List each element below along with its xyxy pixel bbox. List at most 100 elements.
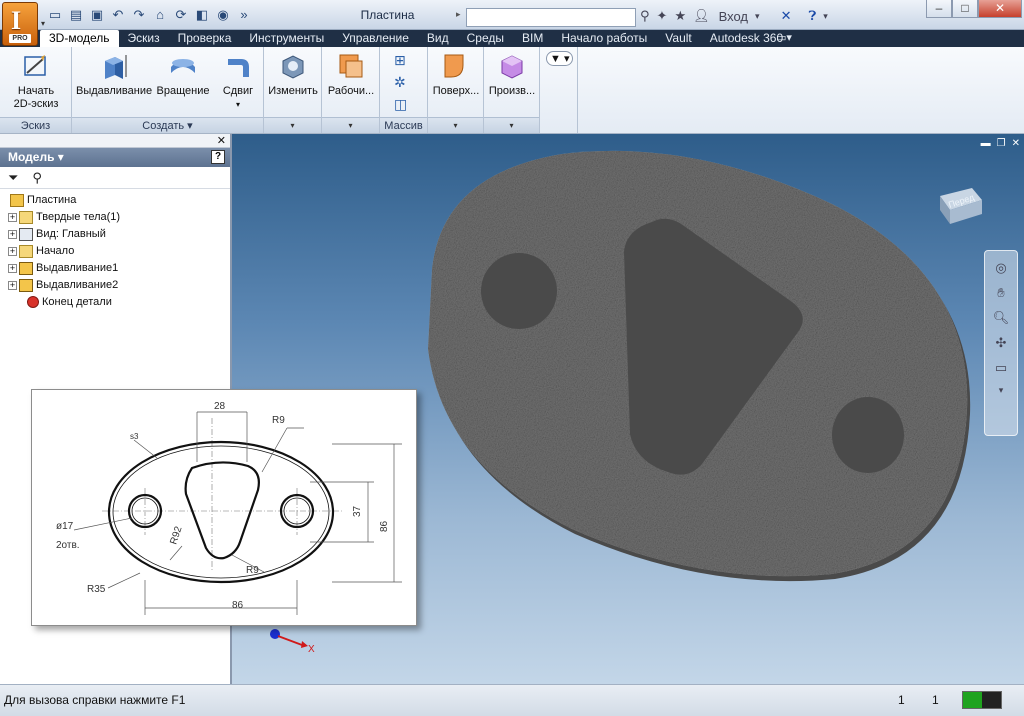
chevron-down-icon[interactable]: ▾: [755, 11, 760, 22]
help-icon[interactable]: ?: [211, 150, 225, 164]
tab-0[interactable]: 3D-модель: [40, 30, 119, 47]
surface-icon: [444, 54, 464, 78]
close-button[interactable]: ✕: [978, 0, 1022, 18]
derive-button[interactable]: Произв...: [486, 51, 538, 98]
tab-3[interactable]: Инструменты: [240, 30, 333, 47]
maximize-button[interactable]: □: [952, 0, 978, 18]
pan-icon[interactable]: ✋︎: [985, 285, 1017, 301]
rectangular-pattern-icon[interactable]: ⊞: [394, 52, 406, 69]
binoculars-icon[interactable]: ⚲: [32, 170, 42, 185]
panel-label-sketch: Эскиз: [0, 117, 71, 133]
filter-icon[interactable]: ⏷: [8, 170, 18, 185]
panel-modify: Изменить ▾: [264, 47, 322, 133]
drawing-inset: 28 R9 s3 37 86 ø17 2отв. R92 R9 R35 86: [31, 389, 417, 626]
dim-86-vertical: 86: [379, 520, 390, 532]
panel-derive: Произв... ▾: [484, 47, 540, 133]
orbit-icon[interactable]: ✣: [985, 335, 1017, 351]
window-controls: – □ ✕: [926, 0, 1022, 18]
tree-item-end-of-part[interactable]: Конец детали: [0, 294, 230, 311]
model-tree: Пластина + Твердые тела(1) + Вид: Главный …: [0, 189, 230, 311]
tree-item-solid-bodies[interactable]: + Твердые тела(1): [0, 209, 230, 226]
revolve-button[interactable]: Вращение: [154, 51, 212, 98]
work-features-button[interactable]: Рабочи...: [324, 51, 378, 98]
surface-button[interactable]: Поверх...: [430, 51, 482, 98]
coordinate-triad: [270, 629, 308, 648]
start-2d-sketch-button[interactable]: Начать 2D-эскиз: [6, 51, 66, 111]
navigation-bar: ◎ ✋︎ 🔍︎ ✣ ▭ ▾: [984, 250, 1018, 436]
expand-icon[interactable]: +: [8, 246, 17, 256]
tree-item-part[interactable]: Пластина: [0, 192, 230, 209]
modify-button[interactable]: Изменить: [266, 51, 320, 98]
status-count-documents: 1: [932, 693, 939, 707]
circular-pattern-icon[interactable]: ✲: [394, 74, 406, 91]
help-icon[interactable]: ❓︎: [808, 8, 816, 24]
look-at-icon[interactable]: ▭: [985, 360, 1017, 376]
more-panels-icon[interactable]: ▼ ▾: [546, 51, 574, 66]
work-plane-icon: [339, 54, 363, 78]
end-of-part-icon: [27, 296, 39, 309]
expand-icon[interactable]: +: [8, 212, 17, 222]
ribbon-tab-bar: 3D-модель Эскиз Проверка Инструменты Управле…: [0, 30, 1024, 47]
search-input[interactable]: [466, 8, 636, 27]
tab-7[interactable]: BIM: [513, 30, 552, 47]
sweep-icon: [228, 59, 249, 77]
modify-dropdown[interactable]: ▾: [264, 117, 321, 133]
extrude-feature-icon: [19, 261, 33, 275]
browser-grip[interactable]: ✕: [0, 134, 230, 148]
expand-icon[interactable]: +: [8, 229, 17, 239]
tab-1[interactable]: Эскиз: [119, 30, 169, 47]
derive-dropdown[interactable]: ▾: [484, 117, 539, 133]
tab-6[interactable]: Среды: [458, 30, 513, 47]
infocenter-toolbar: ⚲ ✦ ★ 👤︎ Вход ▾ ✕ ❓︎ ▾: [640, 8, 828, 24]
favorites-star-icon[interactable]: ★: [674, 8, 686, 24]
surface-dropdown[interactable]: ▾: [428, 117, 483, 133]
pro-badge: PRO: [9, 34, 31, 43]
login-button[interactable]: Вход: [719, 9, 748, 24]
binoculars-icon[interactable]: ⚲: [640, 8, 650, 24]
panel-toggle-icon[interactable]: ▭▾: [776, 31, 792, 44]
subscription-icon[interactable]: ✦: [657, 8, 668, 24]
dim-r9-bottom: R9: [246, 565, 259, 576]
dim-r9-top: R9: [272, 415, 285, 426]
status-bar: Для вызова справки нажмите F1 1 1: [0, 684, 1024, 716]
extrude-icon: [105, 55, 127, 79]
dim-hole-diameter: ø17: [56, 521, 74, 532]
tree-item-extrusion-2[interactable]: + Выдавливание2: [0, 277, 230, 294]
tab-4[interactable]: Управление: [333, 30, 418, 47]
chevron-down-icon[interactable]: ▾: [823, 11, 828, 22]
tree-item-view[interactable]: + Вид: Главный: [0, 226, 230, 243]
zoom-icon[interactable]: 🔍︎: [985, 310, 1017, 326]
tree-item-extrusion-1[interactable]: + Выдавливание1: [0, 260, 230, 277]
revolve-icon: [171, 59, 195, 73]
application-menu-button[interactable]: I PRO ▾: [2, 2, 45, 46]
tab-5[interactable]: Вид: [418, 30, 458, 47]
minimize-button[interactable]: –: [926, 0, 952, 18]
tab-8[interactable]: Начало работы: [552, 30, 656, 47]
memory-meter-fill: [963, 692, 982, 708]
sweep-button[interactable]: Сдвиг ▾: [216, 51, 260, 111]
tab-2[interactable]: Проверка: [169, 30, 241, 47]
model-browser-header[interactable]: Модель ▾ ?: [0, 148, 230, 167]
folder-icon: [19, 244, 33, 258]
panel-label-create[interactable]: Создать ▾: [72, 117, 263, 133]
extrude-button[interactable]: Выдавливание: [76, 51, 152, 98]
expand-icon[interactable]: +: [8, 280, 17, 290]
steering-wheel-icon[interactable]: ◎: [985, 260, 1017, 276]
gasket-outline: [107, 440, 335, 584]
user-icon[interactable]: 👤︎: [693, 8, 710, 24]
close-icon[interactable]: ✕: [217, 134, 226, 147]
ribbon: Начать 2D-эскиз Эскиз Выдавливание Враще…: [0, 47, 1024, 134]
search-arrow-icon[interactable]: ▸: [456, 9, 461, 20]
customize-navbar-icon[interactable]: ▾: [985, 385, 1017, 396]
work-features-dropdown[interactable]: ▾: [322, 117, 379, 133]
status-count-occurrences: 1: [898, 693, 905, 707]
panel-pattern: ⊞ ✲ ◫ Массив: [380, 47, 428, 133]
inventor-logo-icon: I: [11, 6, 22, 35]
tab-9[interactable]: Vault: [656, 30, 700, 47]
dim-86-horizontal: 86: [232, 600, 244, 611]
ribbon-tabs: 3D-модель Эскиз Проверка Инструменты Управле…: [40, 30, 792, 47]
expand-icon[interactable]: +: [8, 263, 17, 273]
exchange-icon[interactable]: ✕: [781, 8, 792, 24]
mirror-icon[interactable]: ◫: [394, 96, 407, 113]
tree-item-origin[interactable]: + Начало: [0, 243, 230, 260]
